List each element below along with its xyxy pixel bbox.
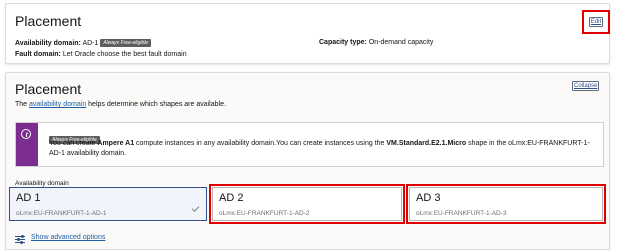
availability-domain-link[interactable]: availability domain xyxy=(29,101,86,108)
placement-title: Placement xyxy=(15,81,82,97)
edit-highlight-frame: Edit xyxy=(582,10,610,34)
page: Placement Availability domain: AD-1 Alwa… xyxy=(0,0,630,250)
ad-2-card[interactable]: AD 2 oLmx:EU-FRANKFURT-1-AD-2 xyxy=(212,187,402,221)
placement-summary-panel: Placement Availability domain: AD-1 Alwa… xyxy=(5,3,610,64)
notice-shape-micro: VM.Standard.E2.1.Micro xyxy=(386,140,467,147)
availability-domain-row: Availability domain: AD-1 Always Free-el… xyxy=(15,39,152,47)
notice-text: You can create Ampere A1 compute instanc… xyxy=(49,139,601,159)
description-prefix: The xyxy=(15,101,30,108)
description-suffix: helps determine which shapes are availab… xyxy=(86,101,226,108)
fault-domain-value: Let Oracle choose the best fault domain xyxy=(62,51,187,58)
summary-title: Placement xyxy=(15,13,82,29)
placement-description: The availability domain helps determine … xyxy=(15,101,226,108)
fault-domain-label: Fault domain: xyxy=(15,51,61,58)
ad-3-id: oLmx:EU-FRANKFURT-1-AD-3 xyxy=(416,210,507,217)
availability-domain-field-label: Availability domain xyxy=(15,180,69,187)
notice-shape-ampere: Ampere A1 xyxy=(97,140,135,147)
capacity-type-label: Capacity type: xyxy=(319,39,367,46)
always-free-notice: Always Free-eligible You can create Ampe… xyxy=(15,122,604,167)
notice-text-part: compute instances in any availability do… xyxy=(134,140,387,147)
placement-panel: Placement Collapse The availability doma… xyxy=(5,72,610,250)
ad-1-name: AD 1 xyxy=(16,192,41,204)
notice-text-part: You can create xyxy=(49,140,98,147)
ad-1-card[interactable]: AD 1 oLmx:EU-FRANKFURT-1-AD-1 xyxy=(9,187,207,221)
capacity-type-row: Capacity type: On-demand capacity xyxy=(319,39,433,46)
ad-3-name: AD 3 xyxy=(416,192,441,204)
show-advanced-options-link[interactable]: Show advanced options xyxy=(31,234,105,241)
sliders-icon[interactable] xyxy=(15,235,25,244)
fault-domain-row: Fault domain: Let Oracle choose the best… xyxy=(15,51,187,58)
info-icon xyxy=(21,129,31,139)
edit-button[interactable]: Edit xyxy=(589,17,603,27)
ad-2-name: AD 2 xyxy=(219,192,244,204)
always-free-badge: Always Free-eligible xyxy=(100,39,152,47)
ad-3-card[interactable]: AD 3 oLmx:EU-FRANKFURT-1-AD-3 xyxy=(409,187,603,221)
availability-domain-value: AD-1 xyxy=(82,40,99,47)
collapse-button[interactable]: Collapse xyxy=(572,81,600,91)
ad-1-id: oLmx:EU-FRANKFURT-1-AD-1 xyxy=(16,210,107,217)
ad-2-id: oLmx:EU-FRANKFURT-1-AD-2 xyxy=(219,210,310,217)
capacity-type-value: On-demand capacity xyxy=(368,39,434,46)
notice-accent-bar xyxy=(16,123,38,166)
availability-domain-label: Availability domain: xyxy=(15,40,81,47)
checkmark-icon xyxy=(191,204,200,212)
